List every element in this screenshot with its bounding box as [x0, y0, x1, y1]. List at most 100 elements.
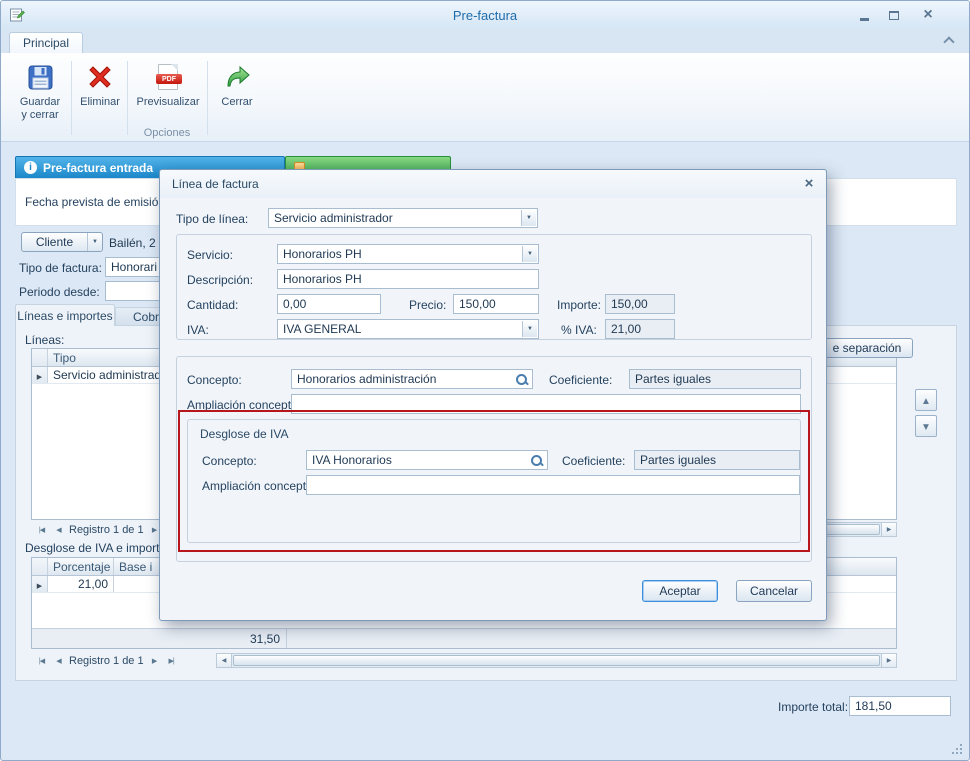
cliente-button-label: Cliente [22, 235, 87, 249]
collapse-ribbon-icon[interactable] [943, 36, 954, 47]
row-selector-header [32, 558, 48, 575]
descripcion-label: Descripción: [187, 273, 253, 287]
row-selector [32, 576, 48, 592]
previsualizar-button[interactable]: PDF Previsualizar [131, 57, 205, 125]
ribbon-separator [71, 61, 72, 135]
servicio-value: Honorarios PH [283, 247, 362, 261]
magnifier-icon[interactable] [530, 454, 544, 468]
concepto-value: Honorarios administración [297, 372, 436, 386]
descripcion-field[interactable]: Honorarios PH [277, 269, 539, 289]
cliente-value: Bailén, 2 [109, 236, 156, 250]
desglose-concepto-label: Concepto: [202, 454, 257, 468]
chevron-down-icon[interactable] [522, 321, 537, 337]
iva-combo[interactable]: IVA GENERAL [277, 319, 539, 339]
ampliacion-field[interactable] [291, 394, 801, 414]
periodo-desde-label: Periodo desde: [19, 285, 100, 299]
iva-hscrollbar[interactable] [216, 653, 897, 668]
scroll-right-icon[interactable] [881, 654, 896, 667]
minimize-icon [860, 18, 869, 21]
iva-grid-footer: 31,50 [32, 628, 896, 648]
scroll-thumb[interactable] [233, 655, 880, 666]
descripcion-value: Honorarios PH [283, 272, 362, 286]
precio-value: 150,00 [459, 297, 496, 311]
ribbon-separator [207, 61, 208, 135]
servicio-group: Servicio: Honorarios PH Descripción: Hon… [176, 234, 812, 340]
dialog-close-button[interactable] [800, 176, 818, 192]
tipo-linea-label: Tipo de línea: [176, 212, 248, 226]
desglose-iva-importes-label: Desglose de IVA e importe [25, 541, 166, 555]
cantidad-field[interactable]: 0,00 [277, 294, 381, 314]
tab-lineas-importes-label: Líneas e importes [17, 309, 112, 323]
dialog-title: Línea de factura [172, 177, 259, 191]
tipo-linea-combo[interactable]: Servicio administrador [268, 208, 538, 228]
importe-total-label: Importe total: [778, 700, 848, 714]
info-icon [24, 161, 37, 174]
row-marker-icon [37, 368, 42, 382]
chevron-down-icon[interactable] [87, 233, 102, 251]
eliminar-button[interactable]: Eliminar [75, 57, 125, 125]
desglose-iva-group: Desglose de IVA Concepto: IVA Honorarios… [187, 419, 801, 543]
importe-total-value: 181,50 [855, 699, 892, 713]
scroll-left-icon[interactable] [217, 654, 232, 667]
aceptar-label: Aceptar [659, 584, 700, 598]
iva-pager-text: Registro 1 de 1 [69, 655, 144, 667]
add-separator-label: e separación [833, 341, 902, 355]
desglose-concepto-field[interactable]: IVA Honorarios [306, 450, 548, 470]
cliente-button[interactable]: Cliente [21, 232, 103, 252]
save-icon [27, 61, 54, 93]
magnifier-icon[interactable] [515, 373, 529, 387]
resize-grip[interactable] [952, 744, 964, 756]
close-icon [923, 8, 932, 22]
chevron-down-icon[interactable] [522, 246, 537, 262]
importe-total-field[interactable]: 181,50 [849, 696, 951, 716]
delete-icon [88, 61, 112, 93]
servicio-combo[interactable]: Honorarios PH [277, 244, 539, 264]
desglose-concepto-value: IVA Honorarios [312, 453, 392, 467]
tipo-linea-value: Servicio administrador [274, 211, 393, 225]
scroll-right-icon[interactable] [881, 523, 896, 536]
row-selector [32, 367, 48, 383]
cancelar-button[interactable]: Cancelar [736, 580, 812, 602]
tab-principal-label: Principal [23, 36, 69, 50]
prev-record-icon[interactable] [52, 523, 65, 536]
tab-lineas-importes[interactable]: Líneas e importes [15, 304, 115, 326]
dialog-titlebar: Línea de factura [160, 170, 826, 198]
guardar-cerrar-button[interactable]: Guardar y cerrar [13, 57, 67, 125]
maximize-button[interactable] [881, 6, 907, 24]
aceptar-button[interactable]: Aceptar [642, 580, 718, 602]
linea-factura-dialog: Línea de factura Tipo de línea: Servicio… [159, 169, 827, 621]
desglose-ampliacion-field[interactable] [306, 475, 800, 495]
total-cuota: 31,50 [32, 629, 287, 648]
add-separator-button[interactable]: e separación [821, 338, 913, 358]
tab-cobros-label: Cobr [133, 310, 159, 324]
first-record-icon[interactable] [35, 654, 48, 667]
close-button[interactable] [915, 6, 941, 24]
cerrar-button[interactable]: Cerrar [211, 57, 263, 125]
tipo-factura-value: Honorari [111, 260, 157, 274]
concepto-field[interactable]: Honorarios administración [291, 369, 533, 389]
cell-porcentaje[interactable]: 21,00 [48, 576, 114, 592]
lineas-pager: Registro 1 de 1 [35, 522, 178, 537]
tab-principal[interactable]: Principal [9, 32, 83, 53]
next-record-icon[interactable] [148, 654, 161, 667]
precio-field[interactable]: 150,00 [453, 294, 539, 314]
column-header-porcentaje[interactable]: Porcentaje [48, 558, 114, 575]
coeficiente-field: Partes iguales [629, 369, 801, 389]
fecha-emision-label: Fecha prevista de emisión [25, 195, 165, 209]
lineas-label: Líneas: [25, 333, 64, 347]
chevron-down-icon[interactable] [521, 210, 536, 226]
minimize-button[interactable] [851, 6, 877, 24]
coeficiente-label: Coeficiente: [549, 373, 612, 387]
move-down-button[interactable] [915, 415, 937, 437]
ribbon-tab-row: Principal [1, 29, 969, 53]
first-record-icon[interactable] [35, 523, 48, 536]
eliminar-label: Eliminar [80, 96, 120, 109]
ampliacion-label: Ampliación concepto: [187, 398, 301, 412]
move-up-button[interactable] [915, 389, 937, 411]
last-record-icon[interactable] [165, 654, 178, 667]
concepto-group: Concepto: Honorarios administración Coef… [176, 356, 812, 562]
cantidad-value: 0,00 [283, 297, 306, 311]
prev-record-icon[interactable] [52, 654, 65, 667]
cerrar-label: Cerrar [221, 96, 252, 109]
iva-value: IVA GENERAL [283, 322, 361, 336]
